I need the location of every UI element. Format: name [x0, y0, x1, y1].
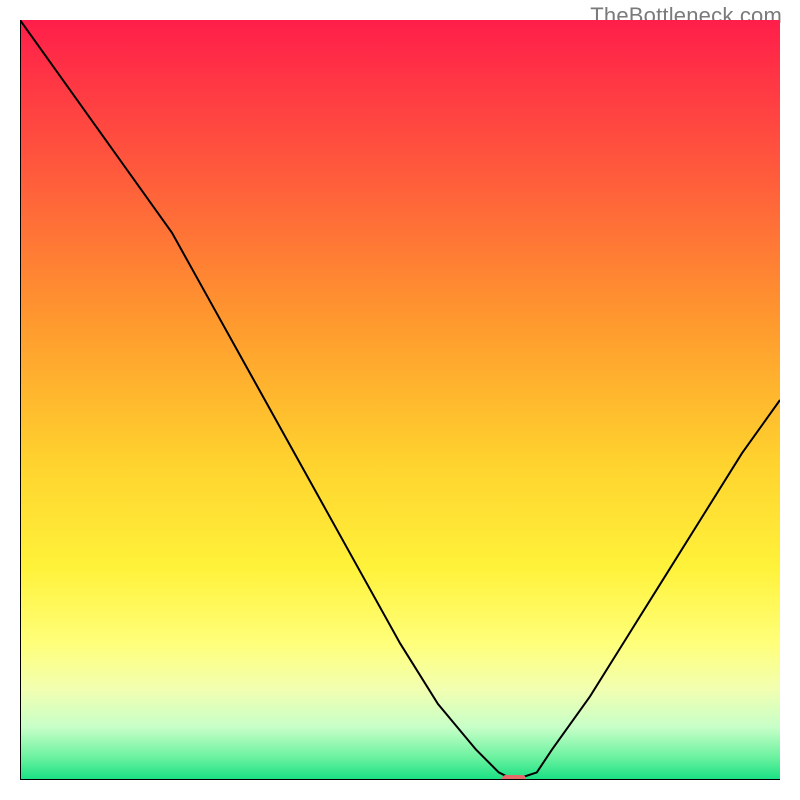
chart-container	[20, 20, 780, 780]
gradient-background	[20, 20, 780, 780]
chart-svg	[20, 20, 780, 780]
